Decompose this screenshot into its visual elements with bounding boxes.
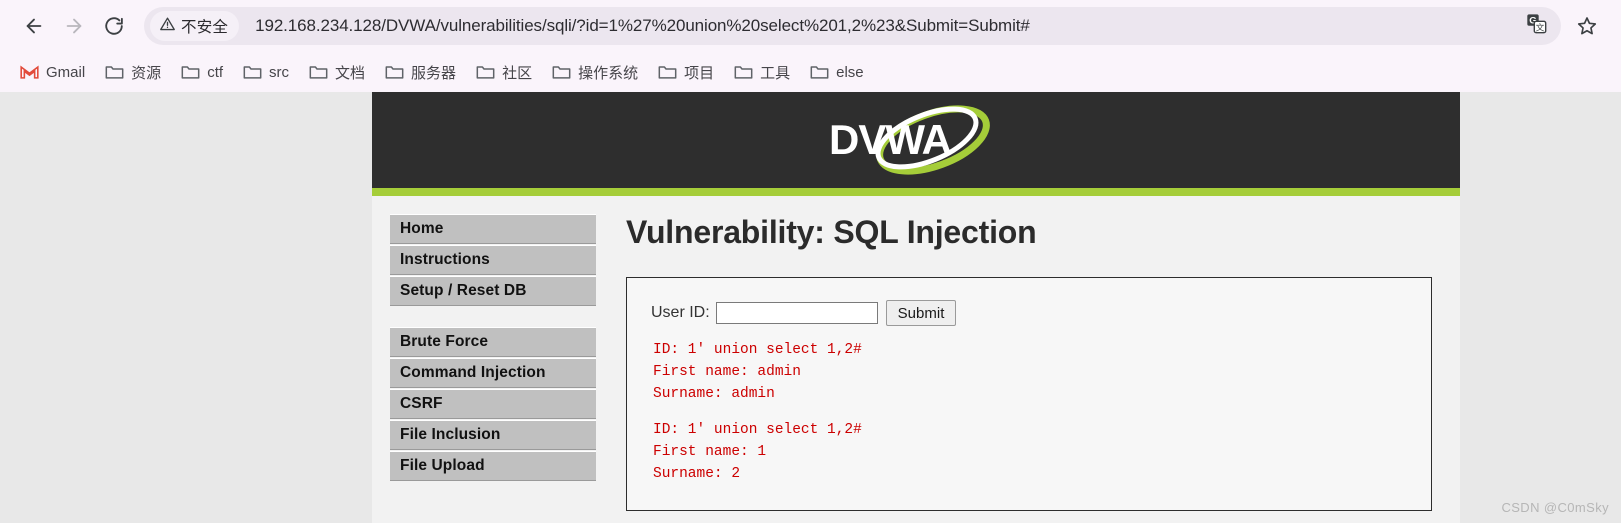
bookmark-label: 项目: [684, 64, 715, 82]
star-icon: [1576, 15, 1598, 37]
reload-button[interactable]: [94, 6, 134, 46]
sidebar-item-csrf[interactable]: CSRF: [390, 389, 596, 419]
dvwa-logo: DVWA: [801, 98, 1031, 182]
folder-icon: [181, 64, 200, 80]
bookmark-label: 文档: [335, 64, 366, 82]
sidebar-item-file-inclusion[interactable]: File Inclusion: [390, 420, 596, 450]
bookmark-shequ[interactable]: 社区: [466, 58, 542, 87]
bookmark-label: 社区: [502, 64, 533, 82]
result-block: ID: 1' union select 1,2# First name: 1 S…: [653, 420, 1431, 485]
bookmark-src[interactable]: src: [233, 60, 299, 85]
folder-icon: [476, 64, 495, 80]
reload-icon: [103, 15, 125, 37]
bookmark-label: 资源: [131, 64, 162, 82]
browser-toolbar: 不安全 192.168.234.128/DVWA/vulnerabilities…: [0, 0, 1621, 52]
bookmark-label: 工具: [760, 64, 791, 82]
site-security-chip[interactable]: 不安全: [150, 11, 240, 41]
omnibox-actions: G 文: [1521, 11, 1557, 41]
folder-icon: [105, 64, 124, 80]
folder-icon: [309, 64, 328, 80]
forward-button[interactable]: [54, 6, 94, 46]
bookmarks-bar: Gmail 资源 ctf src 文档 服务器 社区 操作系统 项目 工具 el…: [0, 52, 1621, 92]
result-surname-line: Surname: 2: [653, 465, 741, 482]
result-first-name-line: First name: 1: [653, 444, 767, 460]
bookmark-caozuoxitong[interactable]: 操作系统: [542, 58, 648, 87]
sqli-results: ID: 1' union select 1,2# First name: adm…: [651, 340, 1431, 486]
sidebar-item-command-injection[interactable]: Command Injection: [390, 358, 596, 388]
bookmark-else[interactable]: else: [800, 60, 874, 85]
bookmark-star-button[interactable]: [1567, 6, 1607, 46]
user-id-label: User ID:: [651, 304, 710, 321]
security-status-label: 不安全: [181, 19, 229, 36]
url-text[interactable]: 192.168.234.128/DVWA/vulnerabilities/sql…: [255, 16, 1521, 36]
submit-button[interactable]: Submit: [885, 300, 957, 326]
dvwa-accent-bar: [372, 188, 1460, 196]
address-bar[interactable]: 不安全 192.168.234.128/DVWA/vulnerabilities…: [144, 7, 1561, 45]
page-title: Vulnerability: SQL Injection: [626, 214, 1037, 250]
bookmark-fuwuqi[interactable]: 服务器: [375, 58, 466, 87]
result-first-name-line: First name: admin: [653, 363, 801, 380]
result-block: ID: 1' union select 1,2# First name: adm…: [653, 340, 1431, 405]
user-id-form: User ID: Submit: [651, 300, 1431, 326]
bookmark-label: ctf: [207, 63, 224, 81]
sidebar-item-brute-force[interactable]: Brute Force: [390, 327, 596, 357]
folder-icon: [734, 64, 753, 80]
folder-icon: [385, 64, 404, 80]
result-id-line: ID: 1' union select 1,2#: [653, 422, 862, 439]
svg-text:文: 文: [1535, 22, 1544, 33]
back-arrow-icon: [23, 15, 45, 37]
sidebar-item-instructions[interactable]: Instructions: [390, 245, 596, 275]
gmail-icon: [20, 65, 39, 80]
folder-icon: [243, 64, 262, 80]
bookmark-gmail[interactable]: Gmail: [10, 60, 95, 85]
bookmark-label: src: [269, 63, 290, 81]
bookmark-label: 操作系统: [578, 64, 639, 82]
sidebar-group-main: Home Instructions Setup / Reset DB: [390, 214, 596, 306]
result-id-line: ID: 1' union select 1,2#: [653, 342, 862, 358]
bookmark-label: else: [836, 63, 864, 81]
folder-icon: [658, 64, 677, 80]
folder-icon: [552, 64, 571, 80]
bookmark-wendang[interactable]: 文档: [299, 58, 375, 87]
sidebar-group-vulnerabilities: Brute Force Command Injection CSRF File …: [390, 327, 596, 481]
user-id-input[interactable]: [715, 302, 878, 324]
back-button[interactable]: [14, 6, 54, 46]
sidebar-item-setup-reset-db[interactable]: Setup / Reset DB: [390, 276, 596, 306]
sidebar-item-file-upload[interactable]: File Upload: [390, 451, 596, 481]
dvwa-content: Vulnerability: SQL Injection User ID: Su…: [596, 214, 1460, 511]
dvwa-sidebar: Home Instructions Setup / Reset DB Brute…: [372, 214, 596, 511]
dvwa-header: DVWA: [372, 92, 1460, 188]
bookmark-gongju[interactable]: 工具: [724, 58, 800, 87]
page-viewport: DVWA Home Instructions Setup / Reset DB …: [0, 92, 1621, 523]
dvwa-body: Home Instructions Setup / Reset DB Brute…: [372, 196, 1460, 511]
result-surname-line: Surname: admin: [653, 385, 775, 402]
bookmark-xiangmu[interactable]: 项目: [648, 58, 724, 87]
translate-button[interactable]: G 文: [1521, 11, 1551, 41]
bookmark-ctf[interactable]: ctf: [171, 60, 233, 85]
sqli-result-box: User ID: Submit ID: 1' union select 1,2#…: [626, 277, 1432, 511]
bookmark-label: Gmail: [46, 63, 86, 81]
folder-icon: [810, 64, 829, 80]
sidebar-item-home[interactable]: Home: [390, 214, 596, 244]
dvwa-page: DVWA Home Instructions Setup / Reset DB …: [372, 92, 1460, 523]
csdn-watermark: CSDN @C0mSky: [1501, 500, 1609, 515]
svg-text:DVWA: DVWA: [829, 116, 952, 163]
bookmark-label: 服务器: [411, 64, 457, 82]
forward-arrow-icon: [63, 15, 85, 37]
warning-triangle-icon: [159, 15, 176, 37]
translate-icon: G 文: [1526, 13, 1547, 39]
bookmark-ziyuan[interactable]: 资源: [95, 58, 171, 87]
browser-chrome: 不安全 192.168.234.128/DVWA/vulnerabilities…: [0, 0, 1621, 92]
